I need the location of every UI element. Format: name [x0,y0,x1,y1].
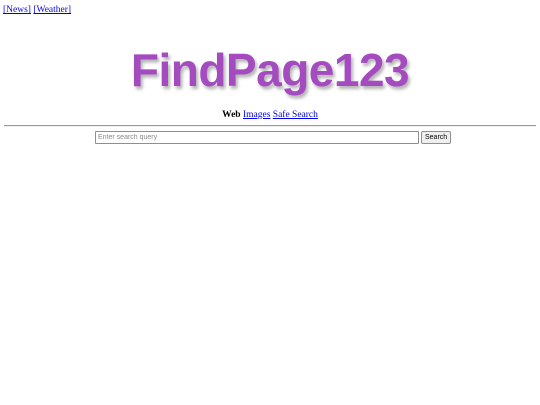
weather-link[interactable]: [Weather] [33,5,71,15]
top-links: [News] [Weather] [3,4,71,16]
nav-item-web: Web [222,110,241,120]
news-link[interactable]: [News] [3,5,31,15]
site-logo: FindPage123 [130,44,410,96]
search-button[interactable]: Search [421,131,452,144]
divider [4,125,536,127]
nav-item-images[interactable]: Images [243,110,270,120]
search-form: Search [95,131,452,144]
search-type-nav: Web Images Safe Search [0,109,540,121]
nav-item-safe-search[interactable]: Safe Search [273,110,318,120]
search-input[interactable] [95,131,419,144]
